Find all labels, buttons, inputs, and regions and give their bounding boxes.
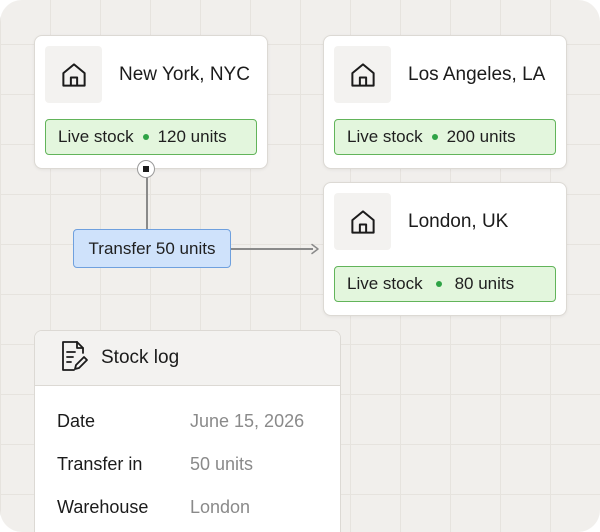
warehouse-card-new-york[interactable]: New York, NYC Live stock 120 units (34, 35, 268, 169)
status-dot (142, 134, 149, 140)
connector-line-vertical (146, 176, 148, 230)
warehouse-name: New York, NYC (119, 64, 250, 85)
status-dot (431, 134, 438, 140)
stock-value: 200 units (446, 127, 516, 146)
log-key: Transfer in (57, 454, 143, 474)
stock-label: Live stock (58, 127, 134, 146)
stock-label: Live stock (347, 274, 423, 293)
log-value: June 15, 2026 (190, 411, 305, 431)
stock-log-title: Stock log (101, 347, 180, 368)
log-value: 50 units (190, 454, 254, 474)
warehouse-card-los-angeles[interactable]: Los Angeles, LA Live stock 200 units (323, 35, 567, 169)
connector-line-horizontal (231, 248, 313, 250)
warehouse-name: London, UK (408, 211, 509, 232)
warehouse-card-london[interactable]: London, UK Live stock 80 units (323, 182, 567, 316)
stock-log-card: Stock log Date June 15, 2026 Transfer in… (34, 330, 341, 532)
transfer-node[interactable]: Transfer 50 units (73, 229, 231, 268)
live-stock-badge: Live stock 120 units (45, 119, 257, 155)
warehouse-name: Los Angeles, LA (408, 64, 546, 85)
document-edit-icon (57, 339, 89, 378)
log-key: Warehouse (57, 497, 149, 517)
flow-canvas: New York, NYC Live stock 120 units Los A… (0, 0, 600, 532)
status-dot (435, 281, 442, 287)
log-key: Date (57, 411, 96, 431)
live-stock-badge: Live stock 80 units (334, 266, 556, 302)
stock-log-header: Stock log (35, 331, 340, 386)
arrow-right-icon (311, 243, 319, 255)
house-icon (45, 46, 102, 103)
live-stock-badge: Live stock 200 units (334, 119, 556, 155)
house-icon (334, 46, 391, 103)
stock-value: 80 units (454, 274, 515, 293)
connector-handle-icon[interactable] (137, 160, 155, 178)
stock-label: Live stock (347, 127, 423, 146)
log-value: London (190, 497, 251, 517)
house-icon (334, 193, 391, 250)
stock-value: 120 units (157, 127, 227, 146)
